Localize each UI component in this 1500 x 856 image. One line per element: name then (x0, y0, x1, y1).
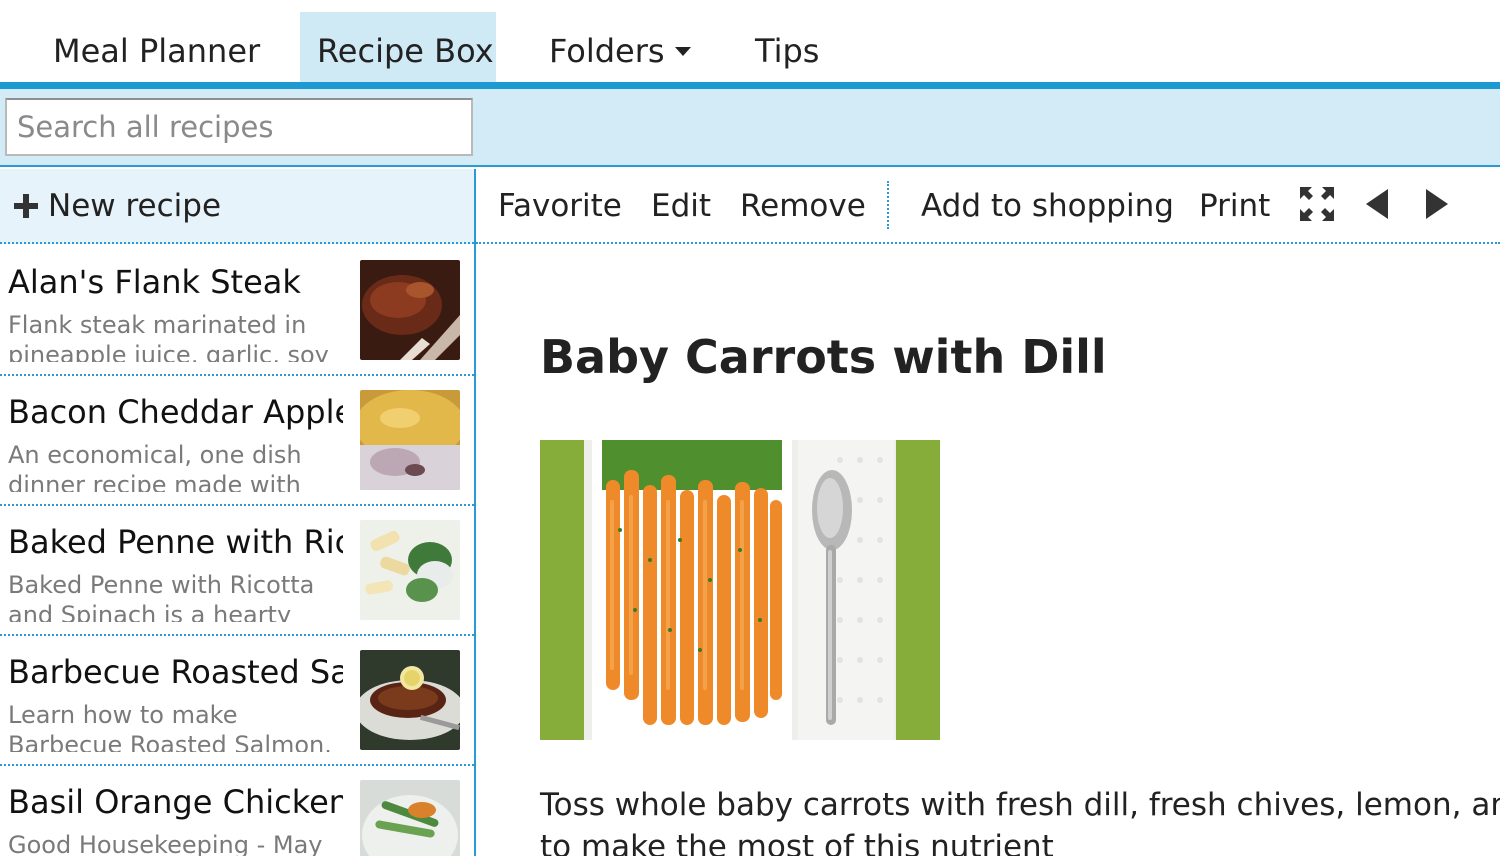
recipe-intro: Toss whole baby carrots with fresh dill,… (540, 787, 1500, 856)
list-item[interactable]: Basil Orange Chicken Good Housekeeping -… (0, 766, 474, 856)
new-recipe-bar: New recipe (0, 169, 474, 244)
recipe-toolbar: Favorite Edit Remove Add to shopping Pri… (476, 169, 1500, 244)
search-bar (0, 89, 1500, 167)
new-recipe-button[interactable]: New recipe (14, 169, 221, 244)
edit-button[interactable]: Edit (651, 169, 711, 244)
recipe-description: Baked Penne with Ricotta and Spinach is … (8, 571, 315, 622)
tab-folders[interactable]: Folders (530, 12, 720, 82)
recipe-description: Flank steak marinated in pineapple juice… (8, 311, 329, 362)
previous-arrow-icon[interactable] (1360, 185, 1398, 223)
bacon-cheddar-apple-thumbnail (360, 390, 460, 490)
flank-steak-thumbnail (360, 260, 460, 360)
recipe-description: Good Housekeeping - May (8, 831, 323, 856)
baby-carrots-photo (540, 440, 940, 740)
recipe-detail: Baby Carrots with Dill Toss whole baby c… (476, 246, 1500, 856)
print-button[interactable]: Print (1199, 169, 1270, 244)
recipe-list-panel: New recipe Alan's Flank Steak Flank stea… (0, 169, 476, 856)
tab-folders-label: Folders (549, 32, 665, 70)
new-recipe-label: New recipe (48, 188, 222, 224)
top-navigation: Meal Planner Recipe Box Folders Tips (0, 0, 1500, 82)
recipe-title: Basil Orange Chicken (8, 783, 343, 821)
toolbar-divider (887, 181, 889, 229)
list-item[interactable]: Baked Penne with Ricc Baked Penne with R… (0, 506, 474, 636)
orange-chicken-thumbnail (360, 780, 460, 856)
tab-tips[interactable]: Tips (736, 12, 846, 82)
add-to-shopping-button[interactable]: Add to shopping (921, 169, 1174, 244)
recipe-heading: Baby Carrots with Dill (540, 330, 1107, 384)
next-arrow-icon[interactable] (1416, 185, 1454, 223)
salmon-thumbnail (360, 650, 460, 750)
list-item[interactable]: Barbecue Roasted Salr Learn how to make … (0, 636, 474, 766)
recipe-description: Learn how to make Barbecue Roasted Salmo… (8, 701, 332, 752)
tab-meal-planner[interactable]: Meal Planner (34, 12, 268, 82)
recipe-title: Alan's Flank Steak (8, 263, 301, 301)
recipe-description: An economical, one dish dinner recipe ma… (8, 441, 302, 492)
recipe-title: Bacon Cheddar Apple (8, 393, 343, 431)
remove-button[interactable]: Remove (740, 169, 866, 244)
baked-penne-thumbnail (360, 520, 460, 620)
list-item[interactable]: Bacon Cheddar Apple An economical, one d… (0, 376, 474, 506)
expand-icon[interactable] (1298, 185, 1336, 223)
favorite-button[interactable]: Favorite (498, 169, 622, 244)
caret-down-icon (674, 46, 691, 56)
nav-divider (0, 82, 1500, 89)
recipe-list: Alan's Flank Steak Flank steak marinated… (0, 246, 474, 856)
recipe-title: Barbecue Roasted Salr (8, 653, 343, 691)
plus-icon (14, 194, 38, 218)
search-input[interactable] (5, 98, 473, 156)
list-item[interactable]: Alan's Flank Steak Flank steak marinated… (0, 246, 474, 376)
recipe-title: Baked Penne with Ricc (8, 523, 343, 561)
tab-recipe-box[interactable]: Recipe Box (300, 12, 496, 82)
